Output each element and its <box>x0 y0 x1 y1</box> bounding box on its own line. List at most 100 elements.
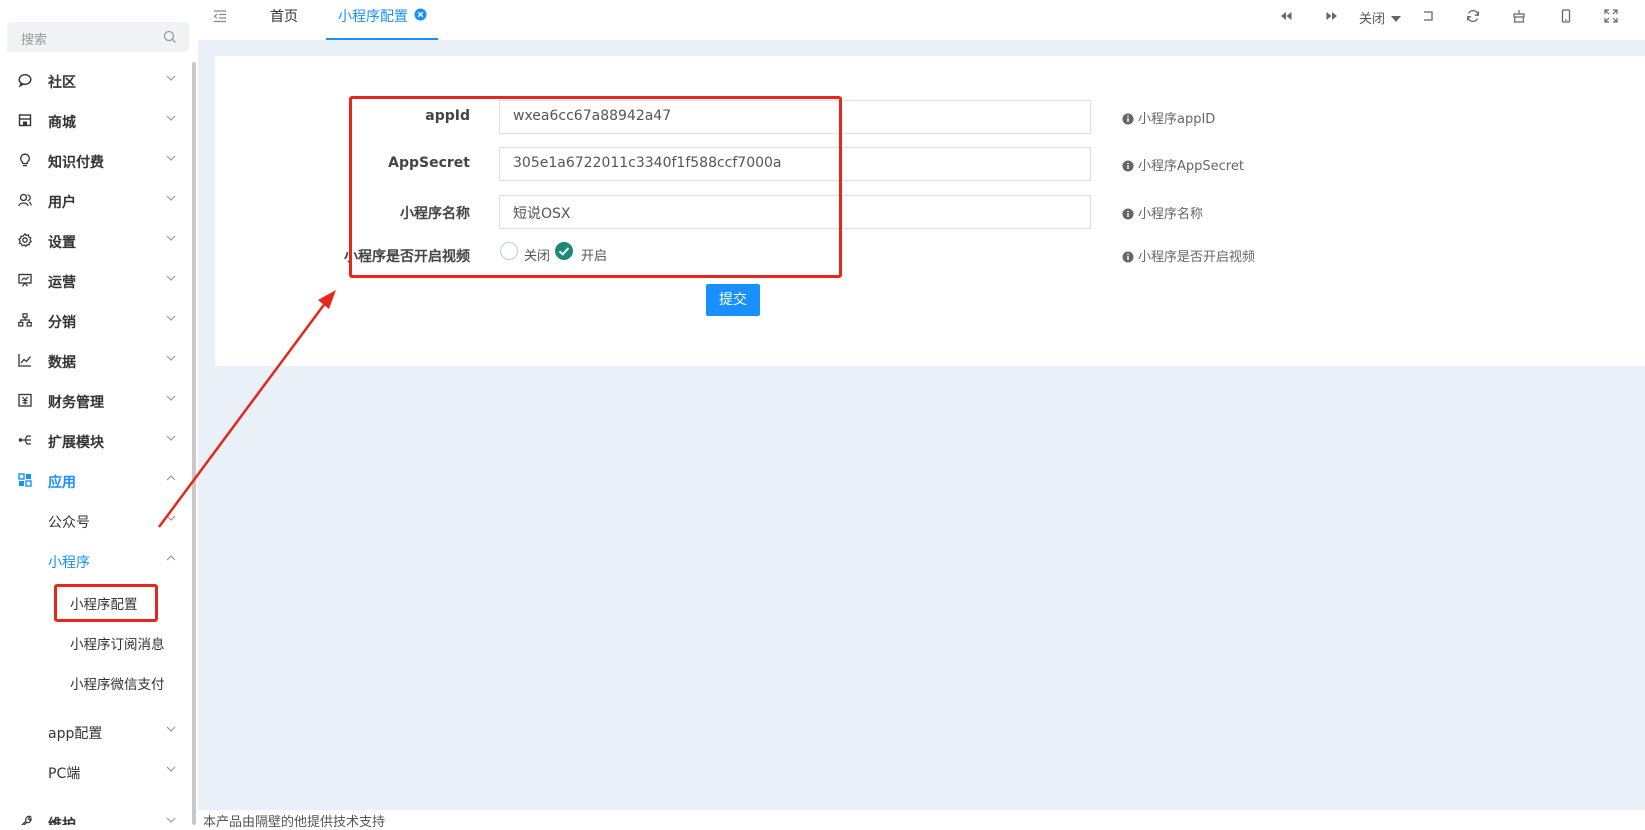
sidebar-scrollbar[interactable] <box>192 62 196 825</box>
chevron-down-icon <box>166 75 176 81</box>
sidebar-item-label: 维护 <box>48 817 76 825</box>
clear-cache-icon[interactable] <box>1512 9 1526 23</box>
chevron-down-icon <box>166 195 176 201</box>
sidebar-item-official-account[interactable]: 公众号 <box>0 506 190 536</box>
info-icon <box>1122 113 1134 125</box>
lightbulb-icon <box>18 153 32 167</box>
sidebar-item-label: 公众号 <box>48 515 90 531</box>
chevron-up-icon <box>166 555 176 561</box>
sidebar-item-operations[interactable]: 运营 <box>0 266 190 296</box>
presentation-icon <box>18 273 32 287</box>
search-input[interactable]: 搜索 <box>21 29 47 48</box>
sidebar-item-pc[interactable]: PC端 <box>0 757 190 787</box>
chevron-up-icon <box>166 475 176 481</box>
sidebar-item-app-config[interactable]: app配置 <box>0 717 190 747</box>
users-icon <box>18 193 32 207</box>
chevron-down-icon <box>166 115 176 121</box>
sidebar-item-mall[interactable]: 商城 <box>0 106 190 136</box>
sidebar-item-label: 小程序 <box>48 555 90 571</box>
search-box[interactable]: 搜索 <box>7 22 189 52</box>
sidebar-item-extensions[interactable]: 扩展模块 <box>0 426 190 456</box>
mobile-icon[interactable] <box>1559 9 1573 23</box>
footer-text: 本产品由隔壁的他提供技术支持 <box>203 815 386 830</box>
sidebar-item-maintenance[interactable]: 维护 <box>0 808 190 825</box>
chevron-down-icon <box>166 766 176 772</box>
sidebar-item-label: 设置 <box>48 235 76 251</box>
chevron-down-icon <box>166 817 176 823</box>
info-icon <box>1122 208 1134 220</box>
close-tab-icon[interactable] <box>414 8 427 21</box>
sidebar-item-label: 数据 <box>48 355 76 371</box>
info-icon <box>1122 251 1134 263</box>
sidebar-item-label: 知识付费 <box>48 155 104 171</box>
sidebar-item-label: 分销 <box>48 315 76 331</box>
apps-icon <box>18 473 32 487</box>
store-icon <box>18 113 32 127</box>
form-tip: 小程序AppSecret <box>1122 155 1244 174</box>
chevron-down-icon <box>166 275 176 281</box>
chevron-down-icon <box>166 235 176 241</box>
sidebar-item-label: 商城 <box>48 115 76 131</box>
refresh-icon[interactable] <box>1466 9 1480 23</box>
sidebar-item-mini-program[interactable]: 小程序 <box>0 546 190 576</box>
info-icon <box>1122 160 1134 172</box>
close-tabs-label: 关闭 <box>1359 12 1386 27</box>
tab-label: 首页 <box>270 9 298 25</box>
scroll-left-icon[interactable] <box>1279 9 1293 23</box>
chevron-down-icon <box>166 726 176 732</box>
sidebar-item-label: 社区 <box>48 75 76 91</box>
fullscreen-icon[interactable] <box>1604 9 1618 23</box>
scroll-right-icon[interactable] <box>1325 9 1339 23</box>
sidebar-item-label: 小程序微信支付 <box>70 677 165 693</box>
wrench-icon <box>18 815 32 825</box>
tip-text: 小程序appID <box>1138 112 1216 127</box>
sidebar-item-distribution[interactable]: 分销 <box>0 306 190 336</box>
tab-mini-program-config[interactable]: 小程序配置 <box>326 0 438 40</box>
chevron-down-icon <box>166 355 176 361</box>
finance-icon <box>18 393 32 407</box>
sidebar-item-mini-program-subscribe[interactable]: 小程序订阅消息 <box>0 627 190 657</box>
chevron-down-icon <box>166 155 176 161</box>
hierarchy-icon <box>18 313 32 327</box>
annotation-menu-highlight <box>54 584 158 622</box>
sidebar-item-label: 运营 <box>48 275 76 291</box>
tip-text: 小程序AppSecret <box>1138 159 1244 174</box>
tab-home[interactable]: 首页 <box>250 0 310 38</box>
search-icon[interactable] <box>163 30 177 44</box>
sidebar-item-label: 应用 <box>48 475 76 491</box>
chat-icon <box>18 73 32 87</box>
form-tip: 小程序是否开启视频 <box>1122 246 1255 265</box>
sidebar-item-apps[interactable]: 应用 <box>0 466 190 496</box>
sidebar-item-settings[interactable]: 设置 <box>0 226 190 256</box>
sidebar-item-label: 小程序订阅消息 <box>70 637 165 653</box>
collapse-menu-icon[interactable] <box>213 9 227 23</box>
line-chart-icon <box>18 353 32 367</box>
sidebar-item-community[interactable]: 社区 <box>0 66 190 96</box>
tip-text: 小程序名称 <box>1138 207 1204 222</box>
annotation-form-highlight <box>349 96 842 278</box>
chevron-down-icon <box>166 395 176 401</box>
caret-down-icon <box>1391 16 1402 22</box>
submit-button[interactable]: 提交 <box>706 284 760 316</box>
chevron-down-icon <box>166 515 176 521</box>
chevron-down-icon <box>166 315 176 321</box>
sidebar-item-label: 财务管理 <box>48 395 104 411</box>
gear-icon <box>18 233 32 247</box>
sidebar-item-finance[interactable]: 财务管理 <box>0 386 190 416</box>
form-tip: 小程序名称 <box>1122 203 1203 222</box>
chevron-down-icon <box>166 435 176 441</box>
sidebar-item-data[interactable]: 数据 <box>0 346 190 376</box>
extension-icon <box>18 433 32 447</box>
tab-label: 小程序配置 <box>338 9 408 25</box>
sidebar-item-label: app配置 <box>48 726 103 742</box>
sidebar-item-mini-program-pay[interactable]: 小程序微信支付 <box>0 667 190 697</box>
sidebar-item-label: PC端 <box>48 766 81 782</box>
sidebar-item-users[interactable]: 用户 <box>0 186 190 216</box>
tip-text: 小程序是否开启视频 <box>1138 250 1256 265</box>
form-tip: 小程序appID <box>1122 108 1215 127</box>
sidebar-item-knowledge[interactable]: 知识付费 <box>0 146 190 176</box>
close-tabs-dropdown[interactable]: 关闭 <box>1359 8 1402 27</box>
sidebar-item-label: 用户 <box>48 195 76 211</box>
return-icon[interactable] <box>1421 9 1435 23</box>
tab-bar: 首页 小程序配置 关闭 <box>198 0 1645 40</box>
